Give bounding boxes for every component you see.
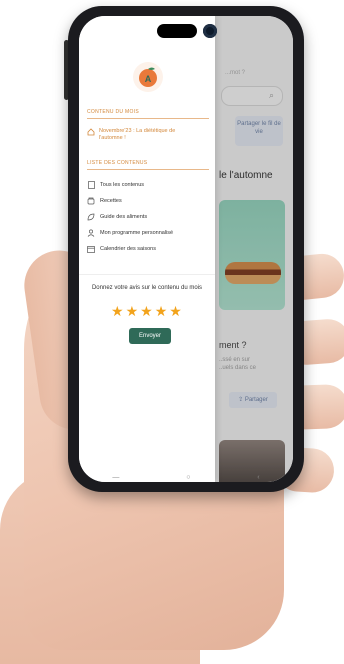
svg-text:A: A <box>145 74 152 84</box>
menu-item-label: Mon programme personnalisé <box>100 230 174 236</box>
phone-screen: ...mot ? ⌕ Partager le fil de vie le l'a… <box>79 16 293 482</box>
menu-item-season-calendar[interactable]: Calendrier des saisons <box>87 245 156 253</box>
star-icon[interactable]: ★ <box>111 304 124 318</box>
star-icon[interactable]: ★ <box>169 304 182 318</box>
section-title-list: LISTE DES CONTENUS <box>87 160 148 166</box>
system-nav-bar: — ○ ‹ <box>79 472 293 482</box>
star-icon[interactable]: ★ <box>140 304 153 318</box>
divider <box>87 118 209 119</box>
front-camera-icon <box>203 24 217 38</box>
side-drawer: A CONTENU DU MOIS Novembre'23 : La diété… <box>79 16 215 482</box>
back-button[interactable]: ‹ <box>257 474 259 481</box>
monthly-feature-text: Novembre'23 : La diététique de l'automne… <box>99 128 176 141</box>
menu-item-label: Calendrier des saisons <box>100 246 156 252</box>
section-title-month: CONTENU DU MOIS <box>87 109 139 115</box>
calendar-icon <box>87 245 95 253</box>
menu-item-all-contents[interactable]: Tous les contenus <box>87 181 144 189</box>
recipe-icon <box>87 197 95 205</box>
recent-apps-button[interactable]: — <box>112 474 119 481</box>
menu-item-my-program[interactable]: Mon programme personnalisé <box>87 229 173 237</box>
star-icon[interactable]: ★ <box>155 304 168 318</box>
home-icon <box>87 128 95 136</box>
star-rating[interactable]: ★ ★ ★ ★ ★ <box>111 304 182 318</box>
dynamic-island <box>157 24 197 38</box>
rating-prompt: Donnez votre avis sur le contenu du mois <box>91 285 203 291</box>
phone-frame: ...mot ? ⌕ Partager le fil de vie le l'a… <box>68 6 304 492</box>
home-button[interactable]: ○ <box>186 474 190 481</box>
document-icon <box>87 181 95 189</box>
star-icon[interactable]: ★ <box>126 304 139 318</box>
send-rating-button[interactable]: Envoyer <box>129 328 171 344</box>
app-logo: A <box>133 62 163 92</box>
menu-item-label: Tous les contenus <box>100 182 145 188</box>
logo-icon: A <box>139 67 157 87</box>
monthly-feature-link[interactable]: Novembre'23 : La diététique de l'automne… <box>87 128 199 142</box>
person-icon <box>87 229 95 237</box>
leaf-icon <box>87 213 95 221</box>
menu-item-recipes[interactable]: Recettes <box>87 197 122 205</box>
menu-item-label: Guide des aliments <box>100 214 148 220</box>
divider <box>87 169 209 170</box>
menu-item-label: Recettes <box>100 198 122 204</box>
menu-item-food-guide[interactable]: Guide des aliments <box>87 213 147 221</box>
rating-section <box>79 274 215 275</box>
